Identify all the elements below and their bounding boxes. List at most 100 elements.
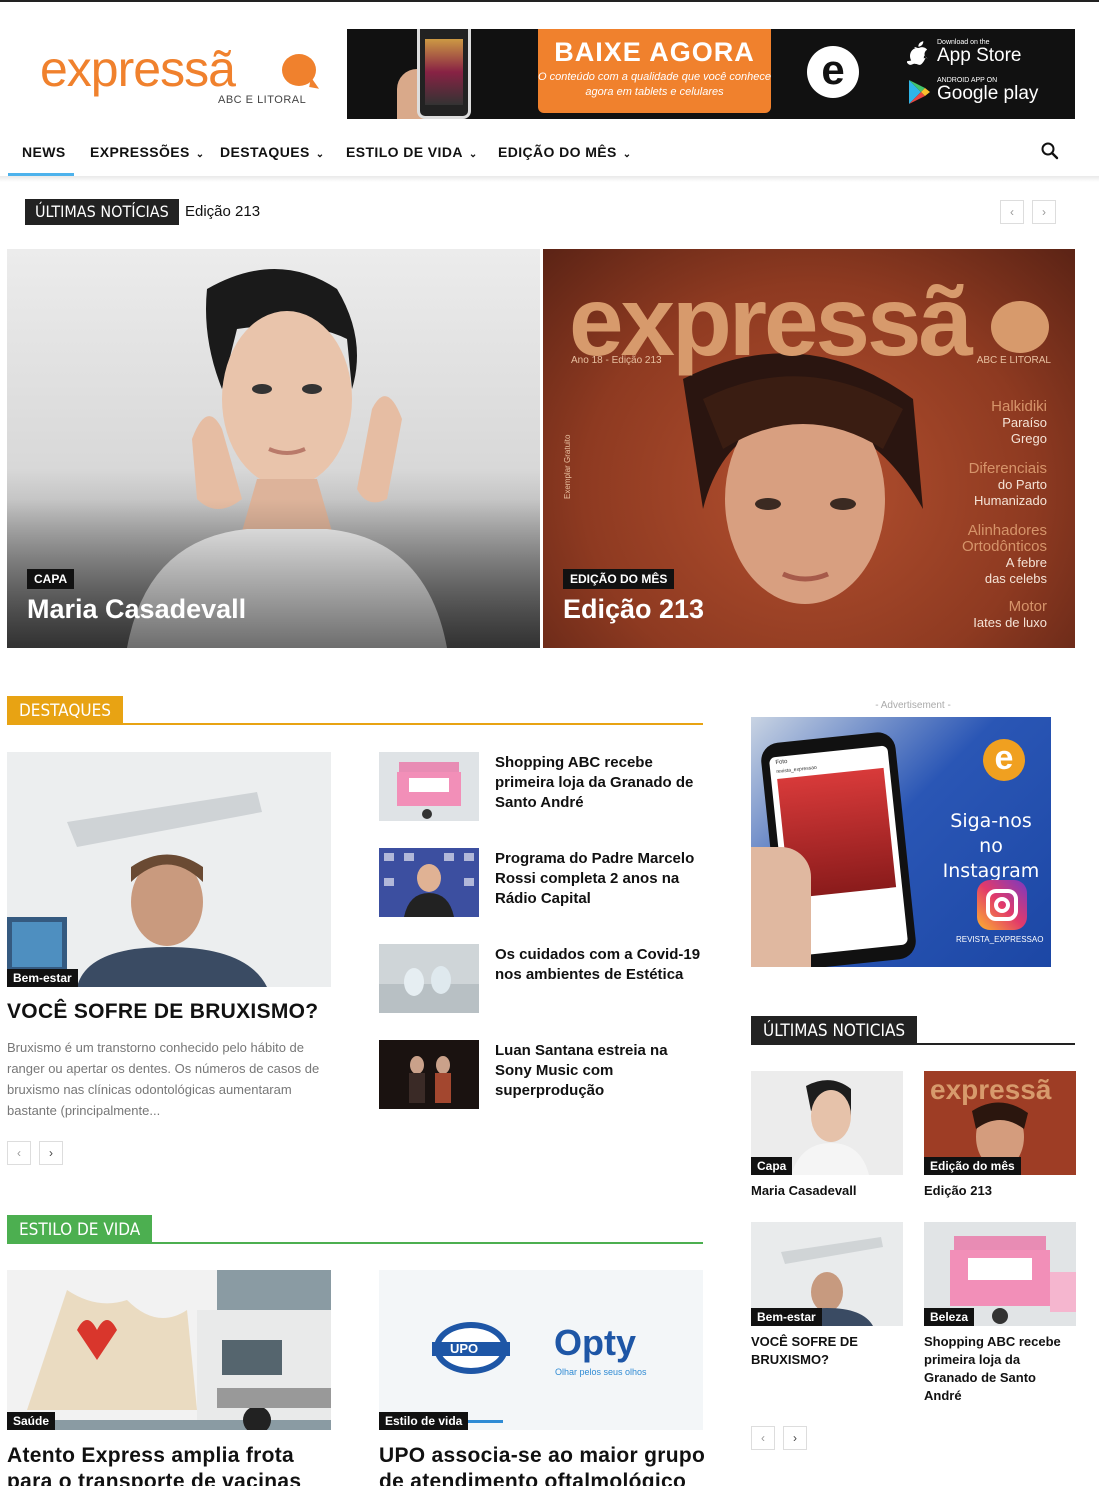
svg-text:expressã: expressã (930, 1074, 1052, 1105)
main-nav: NEWS EXPRESSÕES ⌄ DESTAQUES ⌄ ESTILO DE VI… (8, 132, 1091, 176)
list-item-title[interactable]: Os cuidados com a Covid-19 nos ambientes… (495, 945, 705, 985)
ad-handle: REVISTA_EXPRESSAO (956, 935, 1044, 944)
advertisement-label: - Advertisement - (875, 700, 951, 711)
app-store-badge[interactable]: Download on the App Store (906, 39, 1047, 66)
section-label-estilo-de-vida[interactable]: ESTILO DE VIDA (7, 1215, 153, 1244)
apple-icon (906, 41, 929, 71)
cover-logo-bubble (991, 301, 1049, 353)
nav-label: ESTILO DE VIDA (346, 144, 463, 160)
photo-estetica (379, 944, 479, 1013)
sidebar-prev-button[interactable]: ‹ (751, 1426, 775, 1450)
sidebar-card-title[interactable]: Shopping ABC recebe primeira loja da Gra… (924, 1333, 1074, 1405)
hero-category-badge[interactable]: CAPA (27, 569, 75, 589)
category-badge[interactable]: Saúde (7, 1412, 56, 1430)
hero-title[interactable]: Maria Casadevall (27, 594, 246, 625)
category-badge[interactable]: Bem-estar (751, 1308, 822, 1326)
chevron-down-icon: ⌄ (315, 149, 325, 160)
category-badge[interactable]: Capa (751, 1157, 793, 1175)
sidebar-card-image[interactable]: Beleza (924, 1222, 1076, 1326)
instagram-icon (977, 880, 1027, 930)
sidebar-card-image[interactable]: Capa (751, 1071, 903, 1175)
sidebar-card-image[interactable]: expressã Edição do mês (924, 1071, 1076, 1175)
cover-region: ABC E LITORAL (976, 355, 1051, 366)
opty-logo: Opty (554, 1322, 637, 1363)
hero-gradient (7, 499, 540, 648)
logo-wordmark: expressã (40, 41, 236, 97)
nav-label: EXPRESSÕES (90, 144, 190, 160)
expressao-e-icon: e (807, 46, 859, 98)
category-badge[interactable]: Estilo de vida (379, 1412, 469, 1430)
cover-headline: Motor Iates de luxo (973, 598, 1047, 631)
logo-bubble-icon (282, 54, 316, 86)
sidebar-card-image[interactable]: Bem-estar (751, 1222, 903, 1326)
chevron-down-icon: ⌄ (195, 149, 205, 160)
list-item-title[interactable]: Programa do Padre Marcelo Rossi completa… (495, 849, 695, 909)
banner-cta-title: BAIXE AGORA (554, 37, 755, 67)
estilo-card-title[interactable]: UPO associa-se ao maior grupo de atendim… (379, 1443, 709, 1486)
destaques-main-title[interactable]: VOCÊ SOFRE DE BRUXISMO? (7, 1000, 331, 1024)
image-accent-bar (467, 1420, 503, 1423)
cover-headline: Halkidiki Paraíso Grego (991, 398, 1047, 447)
ad-follow-text: Siga-nos no Instagram (942, 810, 1040, 882)
cover-side-text: Exemplar Gratuito (563, 434, 572, 499)
category-badge[interactable]: Beleza (924, 1308, 975, 1326)
estilo-card-image[interactable]: UPO Opty Olhar pelos seus olhos Estilo d… (379, 1270, 703, 1430)
nav-item-destaques[interactable]: DESTAQUES ⌄ (220, 132, 324, 176)
list-item-thumb[interactable] (379, 1040, 479, 1109)
site-logo[interactable]: expressã ABC E LITORAL (40, 44, 320, 114)
nav-item-estilo-de-vida[interactable]: ESTILO DE VIDA ⌄ (346, 132, 478, 176)
list-item-title[interactable]: Luan Santana estreia na Sony Music com s… (495, 1041, 695, 1101)
ticker-prev-button[interactable]: ‹ (1000, 200, 1024, 224)
app-store-label: App Store (937, 45, 1022, 66)
photo-truck (7, 1270, 331, 1430)
estilo-card-title[interactable]: Atento Express amplia frota para o trans… (7, 1443, 331, 1486)
expressao-e-icon: e (983, 739, 1025, 781)
section-divider (7, 723, 703, 725)
banner-phone-image (417, 29, 471, 119)
logo-subtitle: ABC E LITORAL (218, 94, 307, 106)
section-divider (7, 1242, 703, 1244)
banner-cta-subtitle: O conteúdo com a qualidade que você conh… (538, 71, 771, 98)
google-play-badge[interactable]: ANDROID APP ON Google play (907, 77, 1047, 104)
nav-item-expressoes[interactable]: EXPRESSÕES ⌄ (90, 132, 204, 176)
nav-label: DESTAQUES (220, 144, 310, 160)
app-download-banner[interactable]: BAIXE AGORA O conteúdo com a qualidade q… (347, 29, 1075, 119)
ticker-next-button[interactable]: › (1032, 200, 1056, 224)
hero-card-capa[interactable]: CAPA Maria Casadevall (7, 249, 540, 648)
destaques-next-button[interactable]: › (39, 1141, 63, 1165)
nav-shadow (0, 176, 1099, 182)
sidebar-card-title[interactable]: VOCÊ SOFRE DE BRUXISMO? (751, 1333, 891, 1369)
section-label-destaques[interactable]: DESTAQUES (7, 696, 123, 725)
instagram-ad[interactable]: Foto revista_expressao e Siga-nos no Ins… (751, 717, 1051, 967)
search-icon[interactable] (1040, 141, 1060, 161)
category-badge[interactable]: Edição do mês (924, 1157, 1021, 1175)
hero-title[interactable]: Edição 213 (563, 594, 704, 625)
estilo-card-image[interactable]: Saúde (7, 1270, 331, 1430)
cover-headline: Alinhadores Ortodônticos A febre das cel… (961, 522, 1047, 587)
list-item-thumb[interactable] (379, 848, 479, 917)
photo-dentist (7, 752, 331, 987)
opty-tagline: Olhar pelos seus olhos (555, 1367, 647, 1377)
list-item-thumb[interactable] (379, 944, 479, 1013)
nav-item-edicao-do-mes[interactable]: EDIÇÃO DO MÊS ⌄ (498, 132, 632, 176)
sidebar-next-button[interactable]: › (783, 1426, 807, 1450)
destaques-main-excerpt: Bruxismo é um transtorno conhecido pelo … (7, 1040, 320, 1118)
nav-label: NEWS (22, 144, 66, 160)
category-badge[interactable]: Bem-estar (7, 969, 78, 987)
sidebar-card-title[interactable]: Edição 213 (924, 1182, 1076, 1200)
photo-luan-santana (379, 1040, 479, 1109)
sidebar-card-title[interactable]: Maria Casadevall (751, 1182, 903, 1200)
nav-item-news[interactable]: NEWS (8, 132, 74, 176)
ticker-headline[interactable]: Edição 213 (185, 203, 260, 220)
hero-card-edicao[interactable]: expressã Ano 18 - Edição 213 ABC E LITOR… (543, 249, 1075, 648)
google-play-label: Google play (937, 83, 1039, 104)
list-item-thumb[interactable] (379, 752, 479, 821)
nav-label: EDIÇÃO DO MÊS (498, 144, 617, 160)
destaques-main-image[interactable]: Bem-estar (7, 752, 331, 987)
list-item-title[interactable]: Shopping ABC recebe primeira loja da Gra… (495, 753, 695, 813)
chevron-down-icon: ⌄ (468, 149, 478, 160)
section-label-ultimas-noticias: ÚLTIMAS NOTICIAS (751, 1016, 918, 1045)
destaques-prev-button[interactable]: ‹ (7, 1141, 31, 1165)
hero-category-badge[interactable]: EDIÇÃO DO MÊS (563, 569, 675, 589)
photo-padre-marcelo (379, 848, 479, 917)
